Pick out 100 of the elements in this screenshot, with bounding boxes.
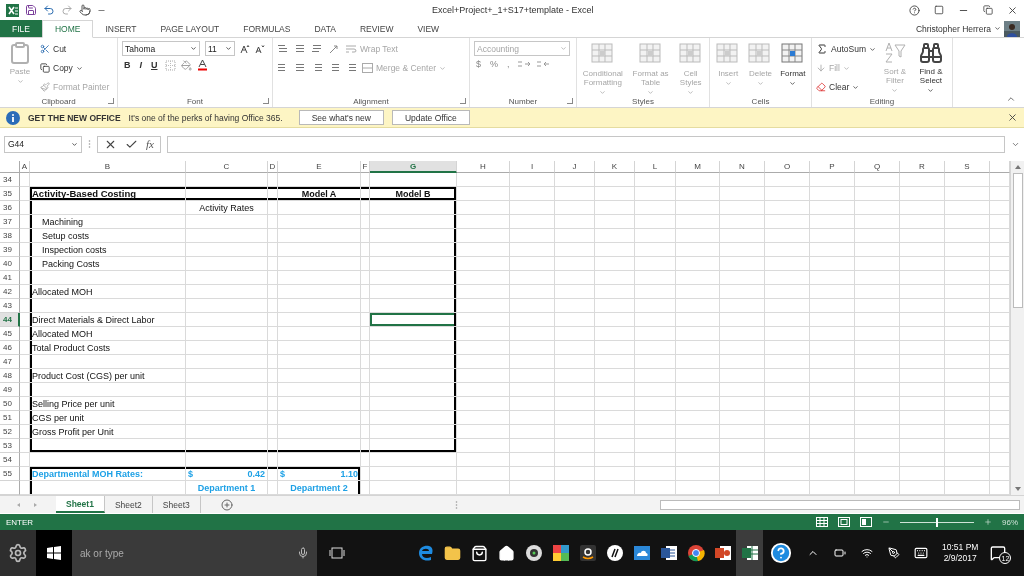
search-field[interactable]: ak or type (72, 530, 317, 576)
font-name-field[interactable]: Tahoma (122, 41, 200, 56)
shrink-font-icon[interactable] (255, 43, 265, 54)
active-app-button[interactable] (736, 530, 763, 576)
info-button[interactable]: Update Office (391, 110, 470, 125)
close-icon[interactable] (1007, 112, 1018, 123)
comma-button[interactable]: , (505, 59, 512, 69)
ribbon-tab[interactable]: DATA (302, 20, 348, 37)
web-browser-icon[interactable] (686, 544, 705, 562)
ribbon-tab[interactable]: PAGE LAYOUT (148, 20, 232, 37)
house-icon[interactable] (498, 544, 515, 562)
column-header[interactable]: G (370, 161, 457, 173)
info-button[interactable]: See what's new (298, 110, 384, 125)
settings-tile[interactable] (0, 530, 36, 576)
table-cell[interactable]: Setup costs (30, 229, 186, 243)
orientation-icon[interactable] (328, 44, 340, 54)
column-header[interactable]: L (635, 161, 676, 173)
cut-button[interactable]: Cut (40, 41, 110, 57)
page-break-icon[interactable] (860, 517, 872, 527)
redo-icon[interactable] (61, 4, 73, 16)
collapse-ribbon-icon[interactable] (1006, 94, 1016, 104)
puzzle-app-icon[interactable] (551, 544, 570, 562)
horizontal-scrollbar[interactable] (660, 499, 1020, 510)
zoom-in-icon[interactable] (984, 518, 992, 526)
ribbon-tab[interactable]: FORMULAS (231, 20, 303, 37)
touch-mode-icon[interactable] (79, 4, 91, 16)
row-header[interactable]: 47 (0, 355, 20, 369)
selected-cell[interactable] (370, 313, 457, 327)
borders-icon[interactable] (164, 59, 176, 71)
column-header[interactable]: O (765, 161, 810, 173)
table-cell[interactable]: Gross Profit per Unit (30, 425, 186, 439)
zoom-out-icon[interactable] (882, 518, 890, 526)
column-header[interactable]: K (595, 161, 635, 173)
column-header[interactable]: B (30, 161, 186, 173)
row-header[interactable]: 40 (0, 257, 20, 271)
row-header[interactable]: 44 (0, 313, 20, 327)
dialog-launcher-icon[interactable] (108, 98, 114, 104)
align-middle-icon[interactable] (294, 44, 306, 54)
cells-button[interactable]: Format (778, 41, 807, 95)
settings-icon[interactable] (8, 543, 28, 563)
microphone-icon[interactable] (297, 547, 309, 559)
row-header[interactable]: 41 (0, 271, 20, 285)
column-header[interactable]: Q (855, 161, 900, 173)
pen-icon[interactable] (887, 547, 900, 559)
table-cell[interactable]: Direct Materials & Direct Labor (30, 313, 186, 327)
column-header[interactable]: S (945, 161, 990, 173)
row-header[interactable]: 53 (0, 439, 20, 453)
table-cell[interactable]: Allocated MOH (30, 285, 186, 299)
decrease-decimal-icon[interactable] (535, 59, 550, 69)
row-header[interactable]: 43 (0, 299, 20, 313)
column-header[interactable]: E (278, 161, 361, 173)
row-header[interactable]: 38 (0, 229, 20, 243)
row-header[interactable]: 50 (0, 397, 20, 411)
insert-function-button[interactable]: fx (146, 138, 154, 150)
row-header[interactable]: 37 (0, 215, 20, 229)
column-header[interactable]: R (900, 161, 945, 173)
grow-font-icon[interactable] (240, 43, 250, 54)
page-layout-icon[interactable] (838, 517, 850, 527)
dialog-launcher-icon[interactable] (567, 98, 573, 104)
row-header[interactable]: 39 (0, 243, 20, 257)
row-header[interactable]: 35 (0, 187, 20, 201)
row-header[interactable]: 42 (0, 285, 20, 299)
table-cell[interactable]: Machining (30, 215, 186, 229)
shopping-bag-icon[interactable] (471, 544, 488, 562)
scroll-down-icon[interactable] (1013, 485, 1022, 493)
sheet-tab[interactable]: Sheet1 (56, 496, 105, 513)
font-size-field[interactable]: 11 (205, 41, 235, 56)
ribbon-tab[interactable]: VIEW (405, 20, 452, 37)
table-cell[interactable]: Allocated MOH (30, 327, 186, 341)
row-header[interactable] (0, 481, 20, 495)
currency-button[interactable]: $ (474, 59, 483, 69)
table-cell[interactable]: Activity-Based Costing (30, 187, 186, 201)
row-header[interactable]: 49 (0, 383, 20, 397)
add-sheet-icon[interactable] (220, 498, 233, 511)
webcam-icon[interactable] (524, 544, 543, 562)
wifi-icon[interactable] (860, 547, 873, 559)
table-cell[interactable]: Model B (370, 187, 457, 201)
row-header[interactable]: 55 (0, 467, 20, 481)
column-header[interactable]: P (810, 161, 855, 173)
row-header[interactable]: 36 (0, 201, 20, 215)
shopping-app-icon[interactable] (578, 544, 597, 562)
undo-icon[interactable] (43, 4, 55, 16)
table-cell[interactable]: Inspection costs (30, 243, 186, 257)
scroll-thumb[interactable] (1012, 173, 1023, 308)
column-header[interactable]: J (555, 161, 595, 173)
ribbon-tab[interactable]: INSERT (93, 20, 149, 37)
font-color-icon[interactable] (196, 59, 208, 71)
slides-app-icon[interactable] (713, 544, 732, 562)
sheet-tab[interactable]: Sheet3 (152, 496, 201, 513)
increase-decimal-icon[interactable] (516, 59, 531, 69)
column-header[interactable]: C (186, 161, 268, 173)
align-top-icon[interactable] (277, 44, 289, 54)
underline-button[interactable]: U (149, 60, 160, 70)
row-header[interactable]: 54 (0, 453, 20, 467)
keyboard-icon[interactable] (913, 546, 928, 560)
notifications-icon[interactable] (990, 545, 1007, 561)
copy-button[interactable]: Copy (40, 60, 110, 76)
close-icon[interactable] (1007, 4, 1018, 16)
column-header[interactable]: I (510, 161, 555, 173)
table-cell[interactable]: Total Product Costs (30, 341, 186, 355)
